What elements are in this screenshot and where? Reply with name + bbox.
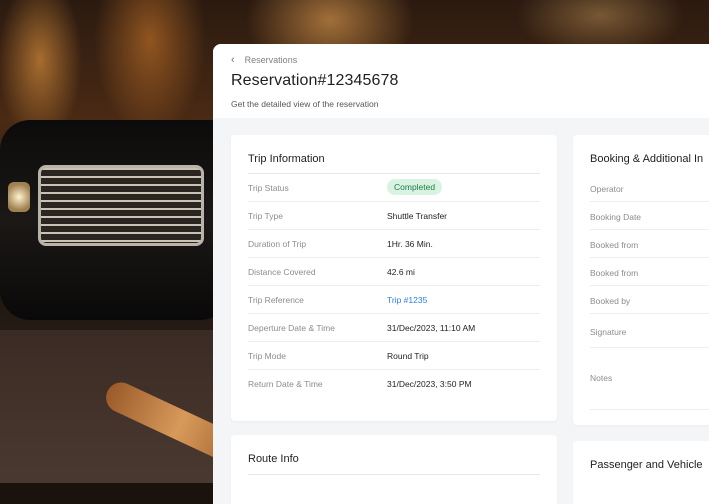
passenger-card-title: Passenger and Vehicle [590, 459, 703, 471]
trip-information-card: Trip Information Trip Status Completed T… [231, 135, 557, 421]
trip-row: Trip Type Shuttle Transfer [248, 201, 540, 230]
row-label: Distance Covered [248, 267, 316, 277]
breadcrumb[interactable]: ‹ Reservations [231, 54, 709, 66]
row-value: 31/Dec/2023, 11:10 AM [387, 323, 476, 333]
trip-row: Trip Status Completed [248, 173, 540, 202]
row-label: Notes [590, 373, 613, 383]
chevron-left-icon[interactable]: ‹ [231, 54, 235, 66]
trip-reference-link[interactable]: Trip #1235 [387, 295, 427, 305]
row-label: Booked from [590, 240, 639, 250]
car-headlight [8, 182, 30, 212]
trip-row: Duration of Trip 1Hr. 36 Min. [248, 229, 540, 258]
row-value: 31/Dec/2023, 3:50 PM [387, 379, 472, 389]
row-value: Round Trip [387, 351, 429, 361]
page-header: ‹ Reservations Reservation#12345678 Get … [213, 44, 709, 118]
row-label: Operator [590, 184, 624, 194]
row-label: Trip Reference [248, 295, 304, 305]
passenger-vehicle-card: Passenger and Vehicle [573, 441, 709, 504]
route-card-title: Route Info [248, 453, 299, 465]
row-label: Signature [590, 327, 627, 337]
trip-row: Trip Reference Trip #1235 [248, 285, 540, 314]
row-value: 42.6 mi [387, 267, 415, 277]
status-badge: Completed [387, 179, 443, 195]
route-info-card: Route Info [231, 435, 557, 504]
booking-row: Signature [590, 313, 709, 348]
row-label: Booking Date [590, 212, 642, 222]
row-label: Trip Status [248, 183, 289, 193]
page-title: Reservation#12345678 [231, 72, 399, 89]
trip-card-title: Trip Information [248, 153, 325, 165]
page-subtitle: Get the detailed view of the reservation [231, 99, 379, 109]
booking-card-title: Booking & Additional In [590, 153, 704, 165]
booking-info-card: Booking & Additional In Operator Booking… [573, 135, 709, 425]
row-value: 1Hr. 36 Min. [387, 239, 433, 249]
trip-row: Trip Mode Round Trip [248, 341, 540, 370]
booking-row: Booked by [590, 285, 709, 314]
trip-row: Distance Covered 42.6 mi [248, 257, 540, 286]
row-label: Trip Mode [248, 351, 286, 361]
divider [248, 474, 540, 475]
reservation-panel: ‹ Reservations Reservation#12345678 Get … [213, 44, 709, 504]
booking-row: Booked from [590, 257, 709, 286]
row-label: Return Date & Time [248, 379, 323, 389]
row-value: Shuttle Transfer [387, 211, 448, 221]
booking-row: Operator [590, 173, 709, 202]
booking-row: Booked from [590, 229, 709, 258]
trip-row: Return Date & Time 31/Dec/2023, 3:50 PM [248, 369, 540, 397]
car-grille [38, 165, 204, 246]
booking-row: Notes [590, 347, 709, 410]
row-label: Booked from [590, 268, 639, 278]
row-label: Duration of Trip [248, 239, 307, 249]
row-label: Trip Type [248, 211, 283, 221]
row-label: Deperture Date & Time [248, 323, 335, 333]
row-label: Booked by [590, 296, 631, 306]
booking-row: Booking Date [590, 201, 709, 230]
trip-row: Deperture Date & Time 31/Dec/2023, 11:10… [248, 313, 540, 342]
breadcrumb-label[interactable]: Reservations [245, 55, 298, 65]
